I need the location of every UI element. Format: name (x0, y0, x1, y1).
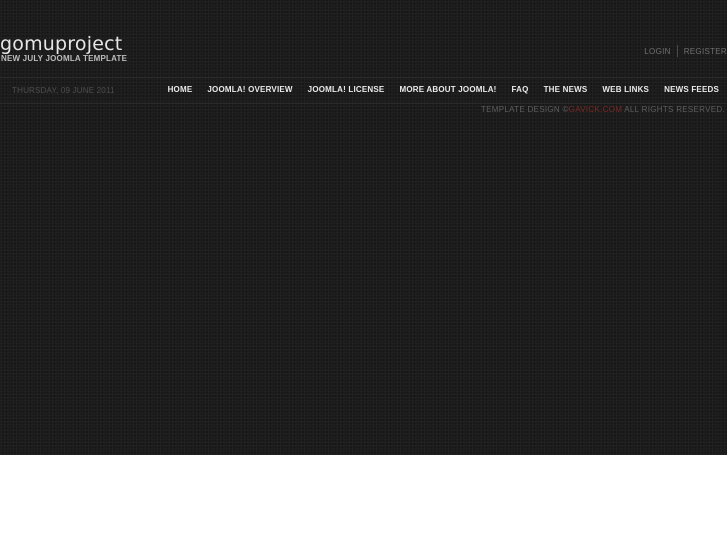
page-background: GOMUPROJECT NEW JULY JOOMLA TEMPLATE LOG… (0, 0, 727, 455)
user-links-divider (676, 45, 678, 57)
copyright-suffix: ALL RIGHTS RESERVED. (624, 105, 725, 114)
menu-item-web-links[interactable]: WEB LINKS (602, 85, 649, 94)
menu-item-joomla-license[interactable]: JOOMLA! LICENSE (308, 85, 385, 94)
menu-item-more-about-joomla[interactable]: MORE ABOUT JOOMLA! (399, 85, 496, 94)
menu-item-home[interactable]: HOME (168, 85, 193, 94)
login-link[interactable]: LOGIN (644, 47, 670, 56)
site-tagline: NEW JULY JOOMLA TEMPLATE (1, 54, 128, 63)
menu-item-news-feeds[interactable]: NEWS FEEDS (664, 85, 719, 94)
menu-item-faq[interactable]: FAQ (512, 85, 529, 94)
current-date: THURSDAY, 09 JUNE 2011 (12, 86, 115, 95)
menu-item-joomla-overview[interactable]: JOOMLA! OVERVIEW (207, 85, 292, 94)
logo-text: GOMUPROJECT (0, 33, 123, 55)
designer-link[interactable]: GAVICK.COM (569, 105, 623, 114)
menu-item-the-news[interactable]: THE NEWS (544, 85, 588, 94)
register-link[interactable]: REGISTER (684, 47, 727, 56)
site-logo[interactable]: GOMUPROJECT (0, 33, 122, 55)
copyright-prefix: TEMPLATE DESIGN © (480, 105, 569, 114)
copyright-notice: TEMPLATE DESIGN ©GAVICK.COM ALL RIGHTS R… (481, 105, 725, 114)
main-navbar: THURSDAY, 09 JUNE 2011 HOME JOOMLA! OVER… (0, 77, 727, 104)
main-menu: HOME JOOMLA! OVERVIEW JOOMLA! LICENSE MO… (153, 85, 719, 94)
user-links: LOGIN REGISTER (644, 45, 727, 57)
